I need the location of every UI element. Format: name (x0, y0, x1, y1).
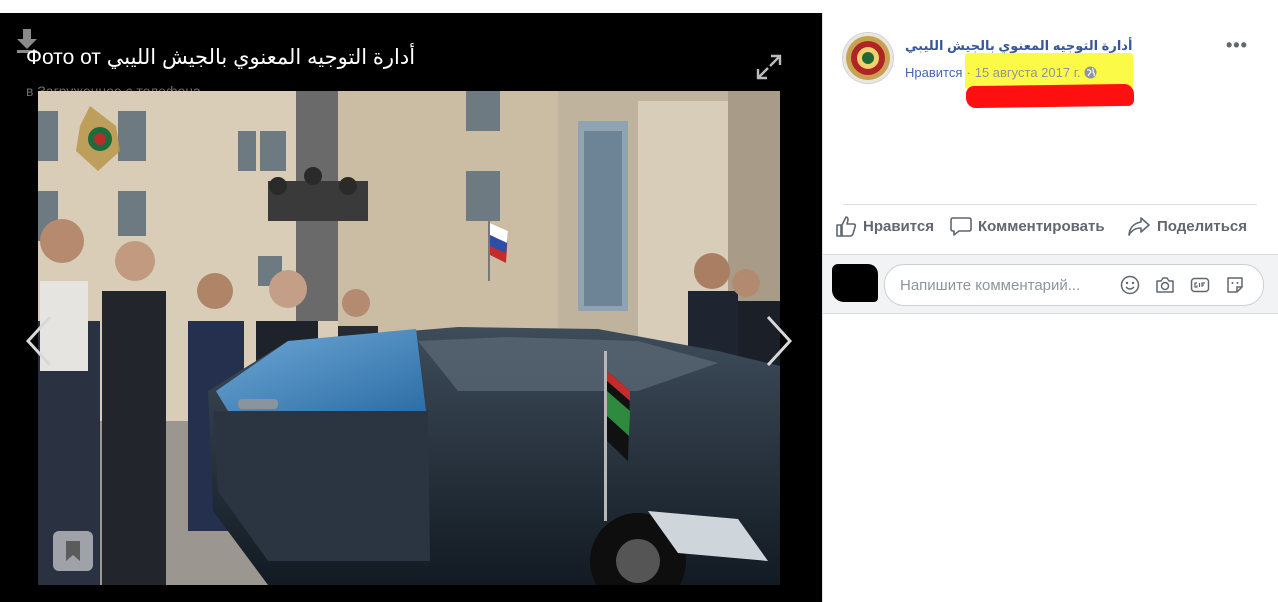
post-meta: Нравится · 15 августа 2017 г. (905, 65, 1097, 80)
post-date[interactable]: 15 августа 2017 г. (975, 65, 1081, 80)
fullscreen-icon[interactable] (756, 54, 782, 80)
post-photo[interactable] (38, 91, 780, 585)
comment-button[interactable]: Комментировать (950, 215, 1105, 237)
comment-icon (950, 217, 972, 236)
post-actions-bar: Нравится Комментировать Поделиться (833, 215, 1273, 245)
highlight-red (965, 83, 1135, 109)
gif-icon[interactable] (1190, 275, 1210, 295)
emoji-icon[interactable] (1120, 275, 1140, 295)
post-details-panel: أدارة التوجيه المعنوي بالجيش الليبي Нрав… (822, 13, 1278, 602)
tag-photo-button[interactable] (53, 531, 93, 571)
meta-separator: · (966, 65, 971, 80)
comment-input[interactable]: Напишите комментарий... (884, 264, 1264, 306)
thumbs-up-icon (836, 216, 857, 237)
sticker-icon[interactable] (1225, 275, 1245, 295)
like-button-label: Нравится (863, 217, 935, 235)
page-name-link[interactable]: أدارة التوجيه المعنوي بالجيش الليبي (905, 38, 1132, 54)
share-icon (1128, 217, 1150, 236)
photo-viewer: Фото от أدارة التوجيه المعنوي بالجيش الل… (0, 13, 822, 602)
tag-icon (66, 541, 80, 561)
comment-placeholder: Напишите комментарий... (900, 277, 1081, 294)
like-button[interactable]: Нравится (835, 215, 934, 237)
share-button[interactable]: Поделиться (1127, 215, 1247, 237)
viewer-title: Фото от أدارة التوجيه المعنوي بالجيش الل… (26, 46, 416, 69)
comment-composer: Напишите комментарий... (823, 254, 1278, 314)
more-options-icon[interactable]: ••• (1226, 35, 1248, 56)
previous-photo-icon[interactable] (24, 313, 54, 369)
share-button-label: Поделиться (1157, 217, 1248, 235)
next-photo-icon[interactable] (764, 313, 794, 369)
divider (843, 204, 1257, 205)
globe-icon (1084, 66, 1097, 79)
like-page-link[interactable]: Нравится (905, 65, 962, 80)
page-avatar[interactable] (842, 32, 894, 84)
camera-icon[interactable] (1155, 275, 1175, 295)
redacted-avatar (832, 264, 878, 302)
comment-button-label: Комментировать (978, 217, 1105, 235)
